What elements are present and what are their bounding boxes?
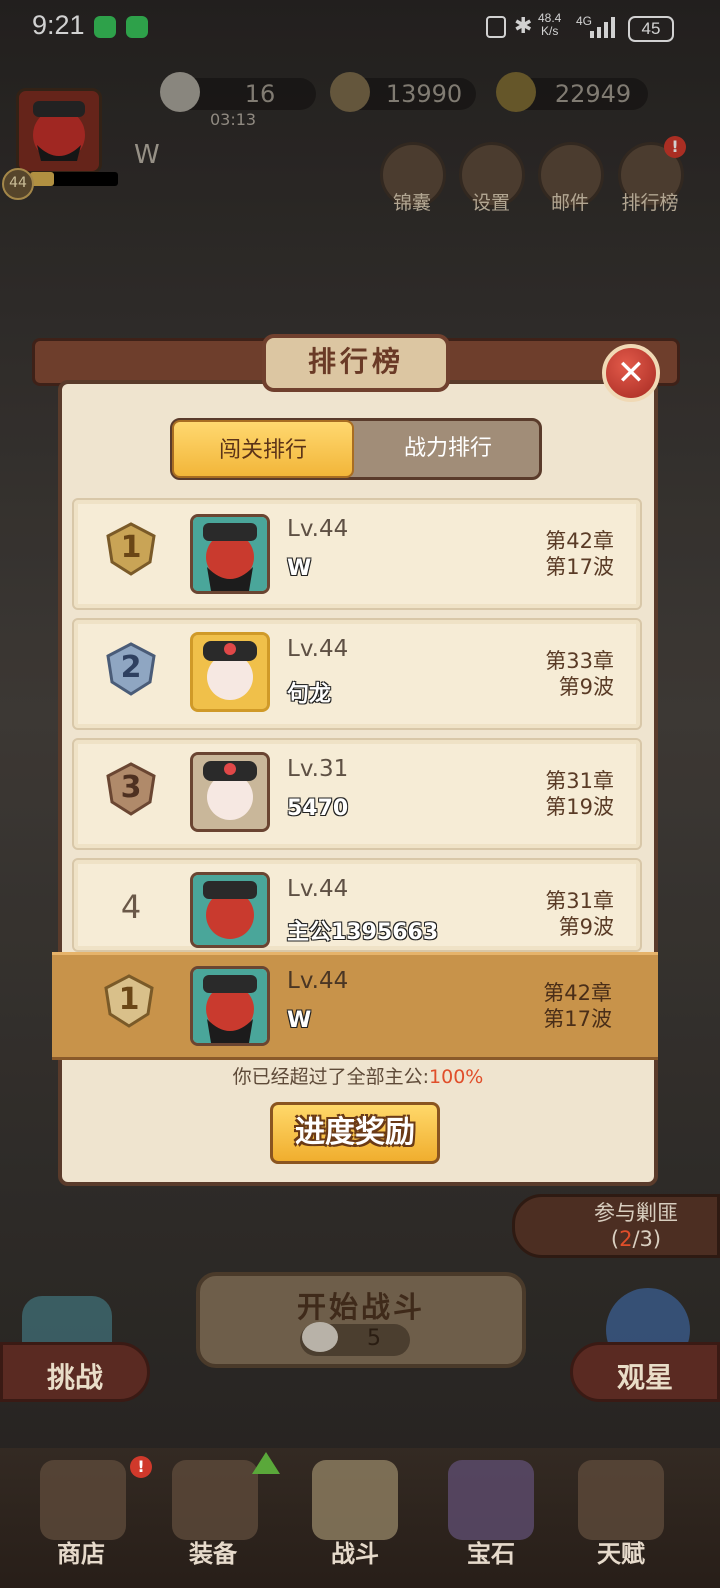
tab-power-ranking[interactable]: 战力排行: [356, 420, 540, 478]
bandit-label: 参与剿匪 (2/3): [556, 1200, 716, 1252]
challenge-label: 挑战: [46, 1361, 103, 1394]
white-face-opera-icon: [193, 635, 267, 709]
upgrade-arrow-icon: [252, 1452, 280, 1474]
row-level: Lv.44: [287, 516, 349, 542]
my-hero-avatar: [190, 966, 270, 1046]
my-rank-number: 1: [118, 982, 140, 1017]
bandit-count-open: (: [610, 1227, 620, 1251]
gem-chest-icon[interactable]: [448, 1460, 534, 1540]
rank-number: 1: [120, 530, 142, 565]
red-face-opera-icon: [193, 517, 267, 591]
surpass-percent: 100%: [429, 1066, 484, 1088]
row-chapter: 第31章: [545, 769, 614, 793]
my-wave: 第17波: [543, 1007, 612, 1031]
my-player-name: W: [287, 1008, 312, 1033]
nav-equipment-label: 装备: [189, 1540, 237, 1568]
talent-book-icon[interactable]: [578, 1460, 664, 1540]
my-chapter: 第42章: [543, 981, 612, 1005]
row-player-name: 主公1395663: [287, 920, 439, 945]
row-chapter: 第31章: [545, 889, 614, 913]
stamina-bun-icon: [302, 1322, 338, 1352]
start-battle-label: 开始战斗: [296, 1290, 425, 1324]
white-face-opera-icon: [193, 755, 267, 829]
rank-number: 3: [120, 770, 142, 805]
nav-talent-label: 天赋: [597, 1540, 645, 1568]
my-level: Lv.44: [287, 968, 349, 994]
battle-cost: 5: [367, 1326, 381, 1351]
bandit-title: 参与剿匪: [594, 1201, 678, 1225]
row-wave: 第19波: [545, 795, 614, 819]
row-player-name: W: [287, 556, 312, 581]
hero-avatar: [190, 632, 270, 712]
red-face-opera-icon: [193, 969, 267, 1043]
row-chapter: 第33章: [545, 649, 614, 673]
tab-stage-ranking[interactable]: 闯关排行: [172, 420, 354, 478]
nav-gem-label: 宝石: [467, 1540, 515, 1568]
dialog-title: 排行榜: [262, 334, 450, 392]
shop-icon[interactable]: [40, 1460, 126, 1540]
row-level: Lv.31: [287, 756, 349, 782]
row-player-name: 5470: [287, 796, 349, 821]
nav-shop-label: 商店: [57, 1540, 105, 1568]
close-button[interactable]: ✕: [602, 344, 660, 402]
shop-notification-badge: !: [130, 1456, 152, 1478]
bandit-count: (2/3): [556, 1226, 716, 1252]
row-chapter: 第42章: [545, 529, 614, 553]
surpass-label: 你已经超过了全部主公:: [232, 1066, 430, 1088]
row-wave: 第17波: [545, 555, 614, 579]
rank-number: 4: [120, 888, 142, 926]
row-level: Lv.44: [287, 876, 349, 902]
row-wave: 第9波: [558, 675, 614, 699]
bandit-count-current: 2: [619, 1227, 633, 1251]
nav-battle-label: 战斗: [331, 1540, 379, 1568]
equipment-icon[interactable]: [172, 1460, 258, 1540]
hero-avatar: [190, 514, 270, 594]
hero-avatar: [190, 872, 270, 948]
row-wave: 第9波: [558, 915, 614, 939]
row-player-name: 句龙: [287, 682, 332, 707]
surpass-text: 你已经超过了全部主公:100%: [58, 1062, 658, 1089]
red-face-opera-icon: [193, 875, 267, 945]
progress-reward-button[interactable]: 进度奖励: [270, 1102, 440, 1164]
stargaze-label: 观星: [616, 1361, 673, 1394]
row-level: Lv.44: [287, 636, 349, 662]
hero-avatar: [190, 752, 270, 832]
rank-number: 2: [120, 650, 142, 685]
battle-icon[interactable]: [312, 1460, 398, 1540]
bandit-count-rest: /3): [632, 1227, 662, 1251]
